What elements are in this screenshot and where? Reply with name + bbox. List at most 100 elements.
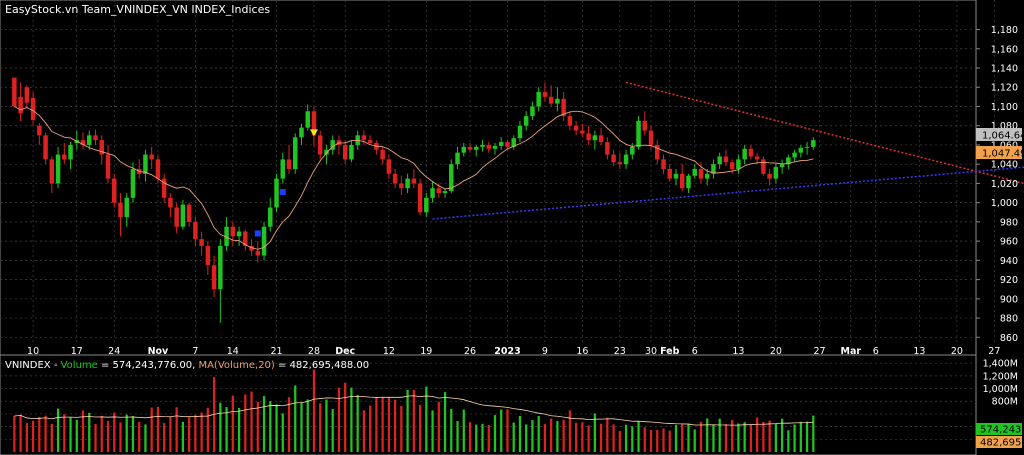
- volume-ma-badge: 482,695,: [976, 436, 1024, 449]
- candle-body: [93, 135, 98, 141]
- volume-bar: [550, 418, 553, 452]
- candle-body: [299, 127, 304, 138]
- volume-bar: [156, 406, 160, 452]
- candle-body: [611, 154, 616, 163]
- time-tick-label: 24: [108, 346, 120, 357]
- volume-bar: [462, 409, 465, 452]
- candle-body: [255, 250, 261, 256]
- candle-body: [617, 162, 623, 165]
- volume-bar: [518, 415, 522, 452]
- candle-body: [30, 97, 36, 120]
- volume-tick-label: 800M: [992, 397, 1018, 408]
- candle-body: [555, 98, 560, 104]
- time-tick-label: 12: [383, 346, 395, 357]
- volume-bar: [599, 423, 603, 452]
- volume-bar: [400, 406, 403, 452]
- price-tick-label: 1,160: [991, 44, 1018, 55]
- candle-body: [361, 135, 367, 141]
- time-tick-label: 23: [614, 346, 626, 357]
- candle-body: [698, 168, 704, 179]
- price-tick-label: 900: [1000, 294, 1018, 305]
- volume-bar: [250, 391, 253, 452]
- time-tick-label: 14: [227, 346, 239, 357]
- volume-bar: [188, 417, 191, 452]
- candle-body: [305, 111, 310, 128]
- candle-body: [742, 148, 747, 160]
- volume-bar: [768, 420, 771, 452]
- candle-body: [723, 156, 729, 163]
- candle-body: [811, 140, 816, 147]
- volume-bar: [169, 416, 172, 452]
- time-tick-label: 10: [27, 346, 39, 357]
- candle-body: [779, 164, 785, 168]
- candle-body: [280, 159, 286, 179]
- volume-bar: [718, 418, 721, 452]
- volume-bar: [281, 413, 284, 452]
- volume-bar: [56, 408, 60, 452]
- candle-body: [486, 144, 491, 149]
- time-tick-label: 13: [732, 346, 744, 357]
- candle-body: [754, 156, 760, 160]
- time-tick-label: 2023: [494, 346, 520, 357]
- volume-bar: [737, 423, 740, 452]
- volume-bar: [375, 397, 378, 452]
- candle-body: [124, 197, 129, 218]
- volume-bar: [244, 394, 247, 452]
- price-tick-label: 980: [1000, 217, 1018, 228]
- volume-bar: [119, 422, 122, 452]
- volume-panel-title: VNINDEX - Volume = 574,243,776.00, MA(Vo…: [5, 360, 369, 371]
- volume-bar: [287, 397, 291, 452]
- candle-body: [349, 144, 354, 160]
- volume-bar: [113, 412, 116, 452]
- volume-bar: [437, 401, 440, 452]
- price-tick-label: 1,000: [991, 198, 1018, 209]
- volume-bar: [805, 421, 809, 452]
- volume-bar: [275, 404, 278, 452]
- volume-tick-label: 1,000M: [983, 384, 1018, 395]
- buy-signal-marker: [254, 230, 261, 237]
- candle-body: [68, 144, 73, 160]
- candle-body: [636, 120, 641, 147]
- time-tick-label: 13: [913, 346, 925, 357]
- candle-body: [399, 183, 404, 189]
- candle-body: [274, 178, 279, 208]
- candle-body: [467, 146, 473, 150]
- volume-bar: [562, 419, 565, 452]
- volume-bar: [131, 416, 135, 452]
- candle-body: [149, 154, 154, 160]
- price-panel-frame: [0, 0, 977, 356]
- volume-bar: [106, 420, 110, 452]
- volume-bar: [31, 420, 35, 452]
- volume-bar: [75, 419, 78, 452]
- volume-bar: [200, 412, 203, 452]
- volume-title-label: Volume: [61, 360, 98, 371]
- volume-bar: [581, 422, 584, 452]
- candle-body: [592, 135, 598, 141]
- price-tick-label: 940: [1000, 256, 1018, 267]
- time-tick-label: 7: [192, 346, 198, 357]
- candle-body: [548, 96, 554, 104]
- volume-bar: [762, 421, 765, 452]
- candle-body: [236, 231, 242, 237]
- volume-bar: [543, 424, 547, 452]
- price-last-badge: 1,064.64: [976, 128, 1024, 142]
- candle-body: [567, 116, 573, 126]
- candle-body: [324, 149, 329, 155]
- volume-bar: [63, 414, 66, 452]
- candle-body: [623, 154, 629, 165]
- candle-body: [43, 135, 48, 160]
- candle-body: [211, 265, 217, 290]
- volume-bar: [412, 389, 415, 452]
- ma-price-badge: 1,047.49: [976, 146, 1024, 160]
- volume-bar: [649, 429, 653, 452]
- stock-chart: 8608809009209409609801,0001,0201,0401,06…: [0, 0, 1024, 455]
- candle-body: [205, 245, 211, 266]
- price-tick-label: 920: [1000, 275, 1018, 286]
- candle-body: [455, 152, 460, 165]
- candle-body: [118, 202, 123, 218]
- time-tick-label: 28: [308, 346, 320, 357]
- volume-bar: [369, 405, 372, 452]
- volume-bar: [19, 414, 22, 452]
- candle-body: [748, 148, 754, 157]
- volume-bar: [144, 424, 147, 452]
